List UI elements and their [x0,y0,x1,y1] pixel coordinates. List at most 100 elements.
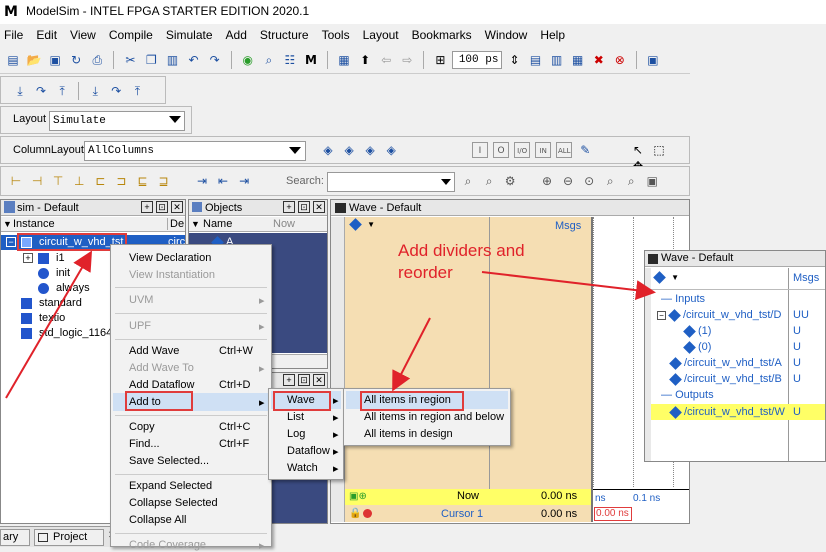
run-icon[interactable]: ▤ [528,52,544,68]
delete-cursor-icon[interactable] [363,509,372,518]
menu-item-add-dataflow[interactable]: Add Dataflow [129,379,194,391]
step-into-icon[interactable]: ⤓ [12,83,28,99]
inset-divider-inputs[interactable]: — Inputs [661,293,705,305]
step-out-icon[interactable]: ⤒ [54,83,70,99]
insert-cursor-icon[interactable]: ◈ [320,142,336,158]
prev-edge-icon[interactable]: ⇤ [215,173,231,189]
submenu-item-log[interactable]: Log [287,428,305,440]
tab-library[interactable]: ary [0,529,30,546]
open-folder-icon[interactable]: 📂 [26,52,42,68]
menu-item-find[interactable]: Find... [129,438,160,450]
close-icon[interactable]: ✕ [313,201,325,213]
col-now[interactable]: Now [273,218,295,230]
chevron-down-icon[interactable] [441,179,451,185]
format-all-icon[interactable]: ALL [556,142,573,158]
save-icon[interactable]: ▣ [47,52,63,68]
zoom-cursor-icon[interactable]: ⌕ [602,173,618,189]
chevron-down-icon[interactable] [289,147,301,154]
step-over-dropdown-icon[interactable]: ↷ [108,83,124,99]
collapse-icon[interactable]: − [657,310,666,320]
compile-icon[interactable]: ◉ [240,52,256,68]
modelsim-icon[interactable]: M [303,52,319,68]
tree-next-icon[interactable]: ⊒ [155,173,171,189]
zoom-cursor-icon[interactable]: ◈ [362,142,378,158]
menu-edit[interactable]: Edit [36,26,57,44]
panel-float-icon[interactable]: + [141,201,153,213]
find-edge-icon[interactable]: ⇥ [194,173,210,189]
step-over-icon[interactable]: ↷ [33,83,49,99]
lock-cursor-icon[interactable]: ◈ [383,142,399,158]
up-arrow-icon[interactable]: ⬆ [357,52,373,68]
menu-bookmarks[interactable]: Bookmarks [412,26,472,44]
cut-icon[interactable]: ✂ [122,52,138,68]
wave-format-icon[interactable] [653,270,666,284]
menu-tools[interactable]: Tools [322,26,350,44]
find-icon[interactable]: ⌕ [261,52,277,68]
format-o-icon[interactable]: O [493,142,510,158]
tab-project[interactable]: Project [34,529,104,546]
menu-item-collapse-selected[interactable]: Collapse Selected [129,497,218,509]
next-edge-icon[interactable]: ⇥ [236,173,252,189]
zoom-out-icon[interactable]: ⊖ [560,173,576,189]
panel-dock-icon[interactable]: ⊡ [156,201,168,213]
inset-row-a[interactable]: /circuit_w_vhd_tst/A [667,356,782,370]
menu-item-collapse-all[interactable]: Collapse All [129,514,186,526]
layout-icon[interactable]: ▦ [336,52,352,68]
reload-icon[interactable]: ↻ [68,52,84,68]
undo-icon[interactable]: ↶ [186,52,202,68]
sort-icon[interactable]: ▼ [3,219,12,229]
print-icon[interactable]: ⎙ [89,52,105,68]
step-into-dropdown-icon[interactable]: ⤓ [87,83,103,99]
menu-compile[interactable]: Compile [109,26,153,44]
break-icon[interactable]: ✖ [591,52,607,68]
chevron-down-icon[interactable]: ▼ [671,273,679,282]
menu-item-add-wave[interactable]: Add Wave [129,345,179,357]
cursor-time-box[interactable]: 0.00 ns [594,507,632,521]
new-file-icon[interactable]: ▤ [5,52,21,68]
submenu-item-watch[interactable]: Watch [287,462,318,474]
run-length-input[interactable]: 100 ps [452,51,503,69]
back-icon[interactable]: ⇦ [378,52,394,68]
menu-window[interactable]: Window [485,26,528,44]
inset-divider-outputs[interactable]: — Outputs [661,389,714,401]
columnlayout-select[interactable]: AllColumns [84,141,306,161]
lock-icon[interactable]: 🔒 [349,508,361,519]
tree-right-icon[interactable]: ⊐ [113,173,129,189]
wand-icon[interactable]: ✎ [577,142,593,158]
tree-up-icon[interactable]: ⊤ [50,173,66,189]
run-length-icon[interactable]: ⊞ [432,52,448,68]
menu-layout[interactable]: Layout [363,26,399,44]
run-all-icon[interactable]: ▦ [570,52,586,68]
inset-row-d[interactable]: − /circuit_w_vhd_tst/D [657,308,781,322]
inset-row-b[interactable]: /circuit_w_vhd_tst/B [667,372,782,386]
inset-row-w[interactable]: /circuit_w_vhd_tst/W [667,405,785,419]
zoom-full-icon[interactable]: ⊙ [581,173,597,189]
step-out-dropdown-icon[interactable]: ⤒ [129,83,145,99]
search-next-icon[interactable]: ⌕ [481,173,497,189]
inset-row-d0[interactable]: (0) [681,340,711,354]
restart-icon[interactable]: ▣ [645,52,661,68]
panel-dock-icon[interactable]: ⊡ [298,201,310,213]
zoom-last-icon[interactable]: ⌕ [623,173,639,189]
submenu-item-dataflow[interactable]: Dataflow [287,445,330,457]
menu-help[interactable]: Help [540,26,565,44]
col-instance[interactable]: Instance [13,218,55,230]
menu-item-save-selected[interactable]: Save Selected... [129,455,209,467]
search-options-icon[interactable]: ⚙ [502,173,518,189]
menu-structure[interactable]: Structure [260,26,309,44]
col-name[interactable]: Name [203,218,232,230]
col-design-unit[interactable]: De [167,218,184,230]
chevron-down-icon[interactable] [169,116,181,123]
submenu-item-list[interactable]: List [287,411,304,423]
tree-prev-icon[interactable]: ⊑ [134,173,150,189]
inset-row-d1[interactable]: (1) [681,324,711,338]
sort-icon[interactable]: ▼ [191,219,200,229]
expand-tree-icon[interactable]: ⊢ [8,173,24,189]
collapse-icon[interactable]: − [6,237,16,247]
paste-icon[interactable]: ▥ [165,52,181,68]
pointer-icon[interactable]: ↖ [630,142,646,158]
tree-down-icon[interactable]: ⊥ [71,173,87,189]
menu-item-view-declaration[interactable]: View Declaration [129,252,211,264]
menu-view[interactable]: View [70,26,96,44]
forward-icon[interactable]: ⇨ [399,52,415,68]
